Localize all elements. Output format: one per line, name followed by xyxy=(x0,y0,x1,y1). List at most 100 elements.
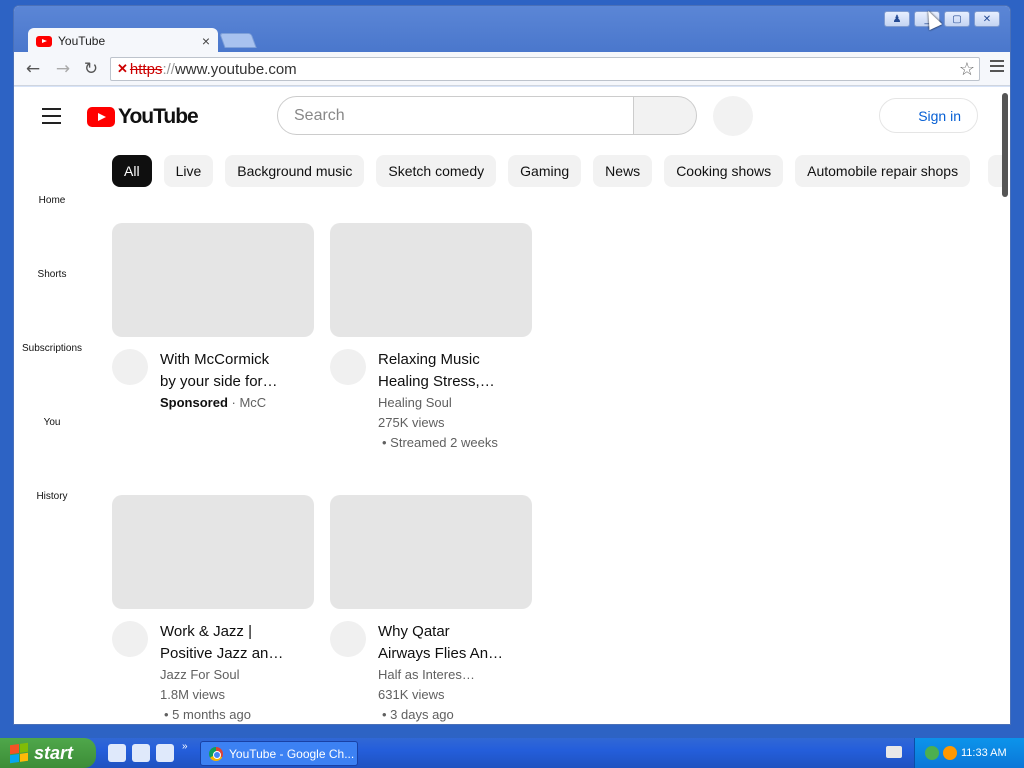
video-meta: With McCormick by your side for… Sponsor… xyxy=(160,349,310,413)
tab-youtube[interactable]: YouTube × xyxy=(28,28,218,54)
youtube-play-icon xyxy=(87,107,115,127)
sidebar-item-shorts[interactable]: Shorts xyxy=(14,269,90,280)
address-bar[interactable]: ✕ https://www.youtube.com ☆ xyxy=(110,57,980,81)
browser-menu-icon[interactable] xyxy=(990,60,1004,75)
new-tab-button[interactable] xyxy=(219,33,257,48)
sidebar-item-history[interactable]: History xyxy=(14,491,90,502)
channel-name[interactable]: Half as Interes… xyxy=(378,665,528,685)
taskbar-item-label: YouTube - Google Ch... xyxy=(229,746,355,761)
keyboard-icon[interactable] xyxy=(886,746,902,758)
start-label: start xyxy=(34,742,74,763)
user-profile-button[interactable]: ♟ xyxy=(884,11,910,27)
video-card[interactable]: Work & Jazz | Positive Jazz an… Jazz For… xyxy=(112,495,314,722)
youtube-favicon-icon xyxy=(36,35,52,47)
view-count: 275K views xyxy=(378,415,445,430)
video-title-line2[interactable]: Healing Stress,… xyxy=(378,371,528,393)
voice-search-button[interactable] xyxy=(713,96,753,136)
chip-live[interactable]: Live xyxy=(163,155,214,187)
video-title-line2[interactable]: by your side for… xyxy=(160,371,310,393)
video-title-line1[interactable]: Relaxing Music xyxy=(378,349,528,371)
video-card[interactable]: With McCormick by your side for… Sponsor… xyxy=(112,223,314,410)
video-card[interactable]: Why Qatar Airways Flies An… Half as Inte… xyxy=(330,495,532,722)
chip-background-music[interactable]: Background music xyxy=(225,155,365,187)
search-button[interactable] xyxy=(633,96,697,135)
upload-age: • Streamed 2 weeks xyxy=(382,435,498,450)
taskbar: start » YouTube - Google Ch... 11:33 AM xyxy=(0,738,1024,768)
view-count: 631K views xyxy=(378,687,445,702)
chip-sketch-comedy[interactable]: Sketch comedy xyxy=(376,155,497,187)
channel-name[interactable]: · McC xyxy=(232,395,267,410)
sidebar-item-you[interactable]: You xyxy=(14,417,90,428)
video-meta: Relaxing Music Healing Stress,… Healing … xyxy=(378,349,528,453)
hamburger-menu-icon[interactable] xyxy=(42,108,61,129)
youtube-logo-text: YouTube xyxy=(118,105,199,128)
search-box xyxy=(277,96,634,135)
video-thumbnail[interactable] xyxy=(112,223,314,337)
video-thumbnail[interactable] xyxy=(330,223,532,337)
title-bar[interactable]: ♟ _ ▢ ✕ YouTube × xyxy=(14,6,1010,54)
search-icon[interactable] xyxy=(943,746,957,760)
chip-overflow xyxy=(988,155,1002,187)
clock[interactable]: 11:33 AM xyxy=(961,747,1007,759)
show-desktop-icon[interactable] xyxy=(108,744,126,762)
video-meta: Why Qatar Airways Flies An… Half as Inte… xyxy=(378,621,528,724)
taskbar-item-chrome[interactable]: YouTube - Google Ch... xyxy=(200,741,358,766)
chip-all[interactable]: All xyxy=(112,155,152,187)
media-player-icon[interactable] xyxy=(156,744,174,762)
system-tray: 11:33 AM xyxy=(914,738,1024,768)
browser-toolbar: ← → ↻ ✕ https://www.youtube.com ☆ xyxy=(14,52,1010,86)
quick-launch-more[interactable]: » xyxy=(182,741,188,752)
chip-news[interactable]: News xyxy=(593,155,653,187)
video-title-line1[interactable]: Work & Jazz | xyxy=(160,621,310,643)
video-meta: Work & Jazz | Positive Jazz an… Jazz For… xyxy=(160,621,310,724)
internet-explorer-icon[interactable] xyxy=(132,744,150,762)
video-card[interactable]: Relaxing Music Healing Stress,… Healing … xyxy=(330,223,532,450)
search-input[interactable] xyxy=(294,106,633,125)
video-title-line2[interactable]: Airways Flies An… xyxy=(378,643,528,665)
network-icon[interactable] xyxy=(925,746,939,760)
channel-avatar[interactable] xyxy=(330,349,366,385)
window-controls: ♟ _ ▢ ✕ xyxy=(884,11,1000,27)
channel-avatar[interactable] xyxy=(112,621,148,657)
video-title-line2[interactable]: Positive Jazz an… xyxy=(160,643,310,665)
windows-flag-icon xyxy=(10,742,28,764)
reload-icon[interactable]: ↻ xyxy=(80,59,102,79)
sidebar-item-home[interactable]: Home xyxy=(14,195,90,206)
url-scheme: https xyxy=(129,60,163,78)
page-viewport: YouTube Sign in Home Shorts Subscription… xyxy=(14,87,1010,724)
tab-close-icon[interactable]: × xyxy=(202,33,210,49)
insecure-lock-icon: ✕ xyxy=(117,61,128,76)
start-button[interactable]: start xyxy=(0,738,96,768)
video-title-line1[interactable]: Why Qatar xyxy=(378,621,528,643)
chip-gaming[interactable]: Gaming xyxy=(508,155,582,187)
browser-window: ♟ _ ▢ ✕ YouTube × ← → ↻ ✕ https://www.yo… xyxy=(13,5,1011,725)
forward-arrow-icon[interactable]: → xyxy=(52,59,74,79)
quick-launch xyxy=(108,744,174,762)
close-window-button[interactable]: ✕ xyxy=(974,11,1000,27)
page-scrollbar[interactable] xyxy=(1002,93,1008,197)
url-host: www.youtube.com xyxy=(174,60,297,78)
video-thumbnail[interactable] xyxy=(112,495,314,609)
sign-in-button[interactable]: Sign in xyxy=(879,98,978,133)
channel-avatar[interactable] xyxy=(112,349,148,385)
upload-age: • 5 months ago xyxy=(164,707,251,722)
maximize-button[interactable]: ▢ xyxy=(944,11,970,27)
video-title-line1[interactable]: With McCormick xyxy=(160,349,310,371)
filter-chips: All Live Background music Sketch comedy … xyxy=(112,155,971,187)
channel-avatar[interactable] xyxy=(330,621,366,657)
chip-cooking-shows[interactable]: Cooking shows xyxy=(664,155,784,187)
back-arrow-icon[interactable]: ← xyxy=(22,59,44,79)
video-thumbnail[interactable] xyxy=(330,495,532,609)
url-separator: :// xyxy=(162,60,175,78)
bookmark-star-icon[interactable]: ☆ xyxy=(959,59,975,80)
chip-automobile-repair-shops[interactable]: Automobile repair shops xyxy=(795,155,971,187)
view-count: 1.8M views xyxy=(160,687,226,702)
chrome-icon xyxy=(209,746,223,761)
upload-age: • 3 days ago xyxy=(382,707,454,722)
youtube-logo[interactable]: YouTube xyxy=(87,105,199,129)
channel-name[interactable]: Healing Soul xyxy=(378,393,528,413)
sponsored-label: Sponsored xyxy=(160,395,228,410)
sidebar-item-subscriptions[interactable]: Subscriptions xyxy=(14,343,90,354)
tab-title: YouTube xyxy=(58,34,106,48)
channel-name[interactable]: Jazz For Soul xyxy=(160,665,310,685)
